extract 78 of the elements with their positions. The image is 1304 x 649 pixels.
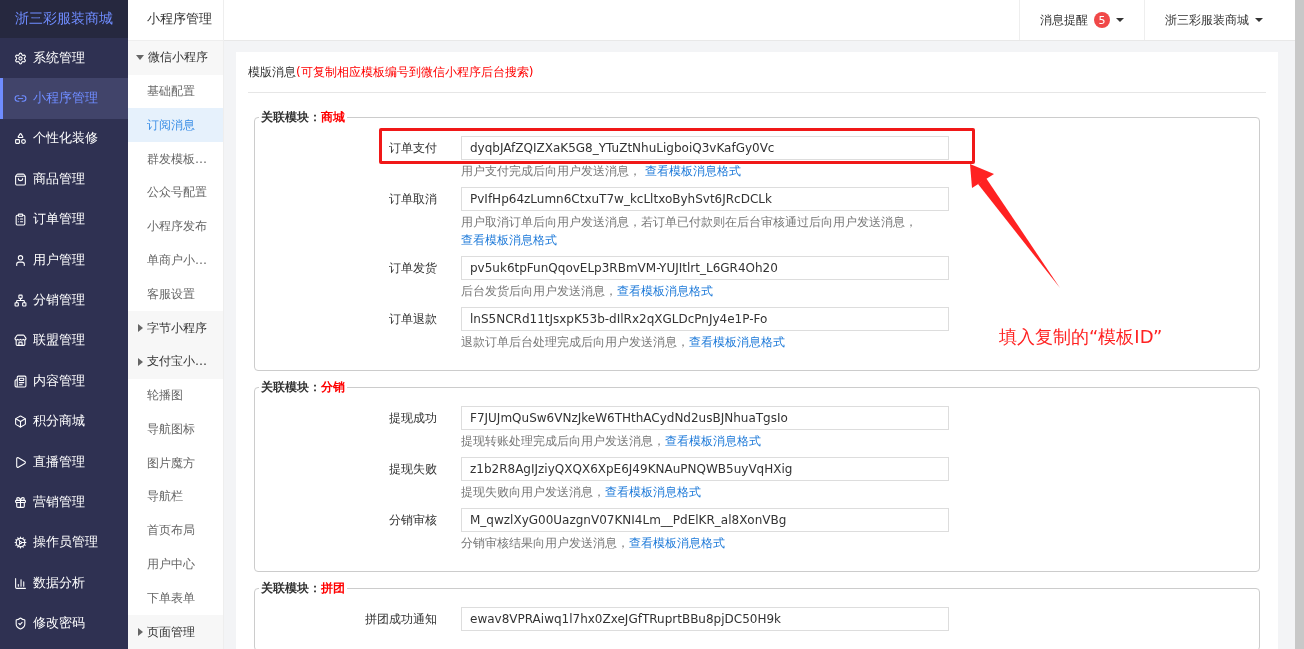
help-text: 用户取消订单后向用户发送消息，若订单已付款则在后台审核通过后向用户发送消息， 查看模板消息格式	[461, 214, 918, 249]
caret-icon	[1116, 18, 1124, 22]
submenu-title: 小程序管理	[128, 0, 223, 41]
field-label: 订单发货	[388, 260, 437, 277]
expanded-triangle-icon	[136, 55, 144, 61]
user-icon	[14, 253, 27, 267]
clipboard-icon	[14, 213, 27, 227]
template-format-link[interactable]: 查看模板消息格式	[665, 434, 761, 448]
sidebar-item[interactable]: 个性化装修	[0, 118, 128, 160]
template-format-link[interactable]: 查看模板消息格式	[644, 164, 741, 178]
sidebar-item[interactable]: 商品管理	[0, 159, 128, 200]
field-label: 订单退款	[388, 311, 437, 328]
hint-text: (可复制相应模板编号到微信小程序后台搜索)	[296, 63, 534, 81]
sidebar-item[interactable]: 订单管理	[0, 199, 128, 240]
submenu-group[interactable]: 字节小程序	[128, 311, 223, 345]
store-icon	[14, 334, 27, 348]
field-label: 订单取消	[388, 191, 437, 208]
gift-icon	[14, 496, 27, 509]
sidebar-item[interactable]: 用户管理	[0, 239, 128, 281]
field-label: 拼团成功通知	[364, 611, 437, 628]
section-legend: 关联模块：拼团	[259, 580, 347, 597]
help-text: 分销审核结果向用户发送消息，查看模板消息格式	[461, 535, 726, 552]
template-format-link[interactable]: 查看模板消息格式	[617, 284, 713, 298]
field-label: 提现成功	[388, 410, 437, 427]
sidebar-item[interactable]: 联盟管理	[0, 320, 128, 362]
input-field[interactable]: pv5uk6tpFunQqovELp3RBmVM-YUJItlrt_L6GR4Oh20	[461, 256, 949, 280]
gear-icon	[14, 51, 27, 65]
sidebar-item[interactable]: 数据分析	[0, 563, 128, 604]
caret-icon	[1255, 18, 1263, 22]
cube-icon	[14, 415, 27, 429]
settings-icon	[14, 536, 27, 550]
play-icon	[14, 455, 27, 469]
section-legend: 关联模块：分销	[259, 379, 347, 396]
sidebar-item[interactable]: 营销管理	[0, 482, 128, 523]
input-field[interactable]: ewav8VPRAiwq1l7hx0ZxeJGfTRuprtBBu8pjDC50H9k	[461, 607, 949, 631]
sidebar-item[interactable]: 修改密码	[0, 603, 128, 644]
input-field[interactable]: dyqbJAfZQIZXaK5G8_YTuZtNhuLigboiQ3vKafGy0Vc	[461, 136, 949, 160]
help-text: 退款订单后台处理完成后向用户发送消息，查看模板消息格式	[461, 334, 786, 351]
help-text: 提现失败向用户发送消息，查看模板消息格式	[461, 484, 702, 501]
field-label: 订单支付	[388, 140, 437, 157]
count-badge: 5	[1094, 12, 1110, 28]
input-field[interactable]: z1b2R8AgIJziyQXQX6XpE6J49KNAuPNQWB5uyVqHXig	[461, 457, 949, 481]
section-legend: 关联模块：商城	[259, 109, 347, 126]
field-label: 提现失败	[388, 461, 437, 478]
submenu-group[interactable]: 页面管理	[128, 615, 223, 649]
card-title: 模版消息	[248, 63, 296, 81]
field-label: 分销审核	[388, 512, 437, 529]
network-icon	[14, 294, 27, 308]
annotation-note: 填入复制的“模板ID”	[999, 325, 1163, 349]
template-format-link[interactable]: 查看模板消息格式	[629, 536, 725, 550]
newspaper-icon	[14, 374, 27, 388]
collapsed-triangle-icon	[138, 324, 143, 332]
sidebar-item[interactable]: 直播管理	[0, 441, 128, 483]
shield-icon	[14, 617, 27, 631]
bag-icon	[14, 172, 27, 186]
bar-chart-icon	[14, 576, 27, 590]
help-text: 提现转账处理完成后向用户发送消息，查看模板消息格式	[461, 433, 762, 450]
template-format-link[interactable]: 查看模板消息格式	[605, 485, 701, 499]
input-field[interactable]: F7JUJmQuSw6VNzJkeW6THthACydNd2usBJNhuaTgsIo	[461, 406, 949, 430]
shapes-icon	[14, 132, 27, 146]
brand-logo-text: 浙三彩服装商城	[0, 0, 128, 38]
template-format-link[interactable]: 查看模板消息格式	[689, 335, 785, 349]
help-text: 后台发货后向用户发送消息，查看模板消息格式	[461, 283, 714, 300]
collapsed-triangle-icon	[138, 628, 143, 637]
scrollbar[interactable]	[1295, 0, 1304, 649]
template-format-link[interactable]: 查看模板消息格式	[461, 233, 557, 247]
sidebar-item[interactable]: 积分商城	[0, 401, 128, 442]
help-text: 用户支付完成后向用户发送消息， 查看模板消息格式	[461, 163, 742, 180]
collapsed-triangle-icon	[138, 357, 143, 366]
sidebar-item[interactable]: 内容管理	[0, 361, 128, 402]
sidebar-item[interactable]: 分销管理	[0, 280, 128, 321]
input-field[interactable]: lnS5NCRd11tJsxpK53b-dIlRx2qXGLDcPnJy4e1P-Fo	[461, 307, 949, 331]
input-field[interactable]: M_qwzlXyG00UazgnV07KNI4Lm__PdElKR_al8XonVBg	[461, 508, 949, 532]
sidebar-item[interactable]: 系统管理	[0, 38, 128, 79]
sidebar-item[interactable]: 操作员管理	[0, 522, 128, 564]
submenu-group[interactable]: 支付宝小…	[128, 344, 223, 379]
input-field[interactable]: PvIfHp64zLumn6CtxuT7w_kcLltxoByhSvt6JRcDCLk	[461, 187, 949, 211]
submenu-group[interactable]: 微信小程序	[128, 40, 223, 75]
